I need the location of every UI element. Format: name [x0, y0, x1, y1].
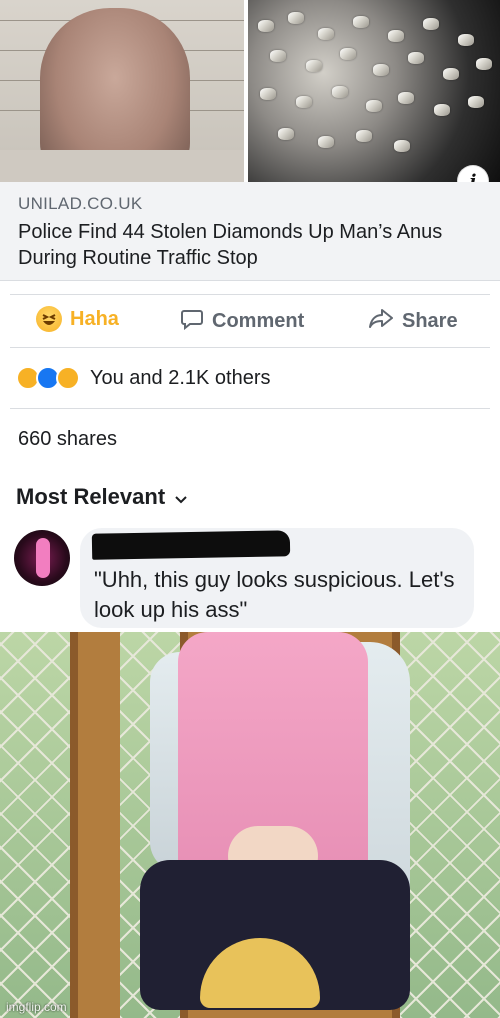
divider [10, 408, 490, 409]
link-title[interactable]: Police Find 44 Stolen Diamonds Up Man’s … [18, 219, 488, 271]
sort-label: Most Relevant [16, 484, 166, 509]
haha-button[interactable]: Haha [36, 306, 119, 332]
reactions-summary[interactable]: You and 2.1K others [16, 366, 271, 390]
link-domain: UNILAD.CO.UK [18, 194, 143, 213]
redacted-name [91, 530, 291, 560]
divider [10, 347, 490, 348]
diamonds-photo [248, 0, 500, 182]
wow-icon [56, 366, 80, 390]
chevron-down-icon [175, 484, 187, 510]
comment-text: "Uhh, this guy looks suspicious. Let's l… [94, 567, 455, 622]
haha-icon [36, 306, 62, 332]
comment-button[interactable]: Comment [180, 306, 304, 336]
share-button[interactable]: Share [368, 306, 458, 336]
divider [10, 294, 490, 295]
reactions-count: You and 2.1K others [90, 366, 271, 389]
comment-sort-dropdown[interactable]: Most Relevant [16, 484, 187, 510]
share-icon [368, 306, 394, 336]
comment-icon [180, 306, 204, 336]
shares-count[interactable]: 660 shares [18, 428, 117, 451]
haha-label: Haha [70, 307, 119, 330]
watermark: imgflip.com [6, 1000, 67, 1014]
share-label: Share [402, 309, 458, 332]
comment-label: Comment [212, 309, 305, 332]
mugshot-photo [0, 0, 244, 182]
avatar[interactable] [14, 530, 70, 586]
